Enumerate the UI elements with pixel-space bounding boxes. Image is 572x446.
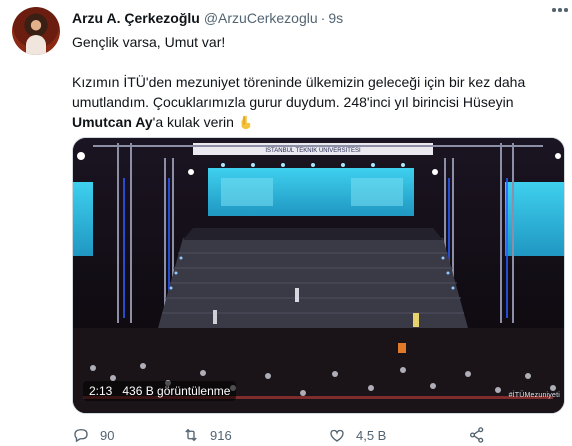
more-options-icon[interactable] xyxy=(552,8,568,12)
header-separator: · xyxy=(320,10,326,26)
tweet-timestamp[interactable]: 9s xyxy=(328,10,343,26)
backhand-index-pointing-down-icon xyxy=(241,115,251,129)
video-player[interactable]: İSTANBUL TEKNİK ÜNİVERSİTESİ 2:13 436 B … xyxy=(72,137,565,414)
tweet-header: Arzu A. Çerkezoğlu @ArzuCerkezoglu · 9s xyxy=(72,9,560,27)
reply-icon xyxy=(74,429,88,443)
video-hashtag: #İTÜMezuniyeti xyxy=(508,392,560,399)
tweet-text-body-start: Kızımın İTÜ'den mezuniyet töreninde ülke… xyxy=(72,74,526,110)
tweet-text-body-end: 'a kulak verin xyxy=(152,114,234,130)
tweet-actions: 90 916 4,5 B xyxy=(72,426,492,446)
video-views: 436 B görüntülenme xyxy=(122,384,231,398)
reply-button[interactable]: 90 xyxy=(72,426,114,444)
retweet-button[interactable]: 916 xyxy=(182,426,232,444)
highlighted-name: Umutcan Ay xyxy=(72,114,153,130)
tweet-text-line1: Gençlik varsa, Umut var! xyxy=(72,34,226,50)
author-name[interactable]: Arzu A. Çerkezoğlu xyxy=(72,10,200,26)
like-button[interactable]: 4,5 B xyxy=(328,426,386,444)
audience-area xyxy=(73,328,564,413)
reply-count: 90 xyxy=(100,427,115,443)
author-avatar[interactable] xyxy=(12,7,60,55)
retweet-icon xyxy=(185,428,197,442)
tweet-text-body: Kızımın İTÜ'den mezuniyet töreninde ülke… xyxy=(72,72,562,132)
author-handle[interactable]: @ArzuCerkezoglu xyxy=(204,10,318,26)
retweet-count: 916 xyxy=(210,427,232,443)
like-count: 4,5 B xyxy=(356,427,387,443)
left-side-screen xyxy=(73,182,93,256)
like-icon xyxy=(330,429,344,442)
video-info-badge: 2:13 436 B görüntülenme xyxy=(83,381,237,401)
video-frame: İSTANBUL TEKNİK ÜNİVERSİTESİ xyxy=(73,138,564,413)
tweet-text: Gençlik varsa, Umut var! Kızımın İTÜ'den… xyxy=(72,32,562,132)
share-icon xyxy=(469,427,484,443)
video-duration: 2:13 xyxy=(89,384,113,398)
venue-banner-text: İSTANBUL TEKNİK ÜNİVERSİTESİ xyxy=(265,147,361,154)
share-button[interactable] xyxy=(468,426,486,444)
